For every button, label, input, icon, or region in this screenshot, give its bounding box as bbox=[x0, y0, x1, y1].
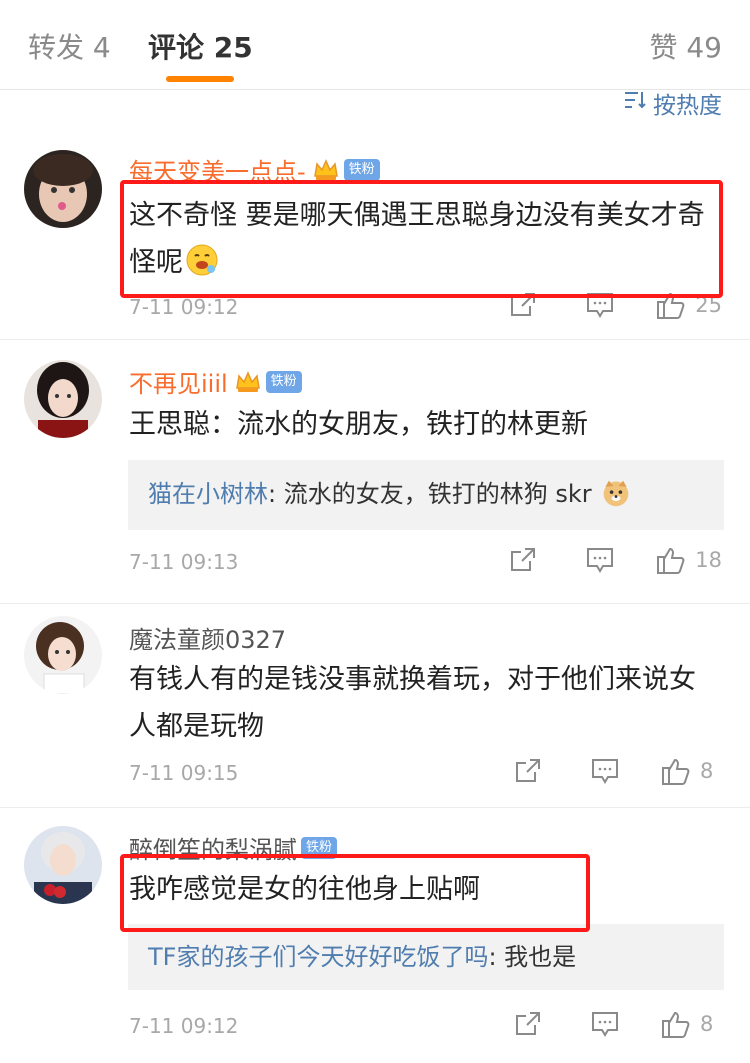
comment-actions: 8 bbox=[514, 1009, 722, 1039]
reply-button[interactable] bbox=[590, 757, 620, 785]
comment-time: 7-11 09:15 bbox=[129, 761, 239, 785]
share-icon bbox=[516, 1012, 540, 1035]
username-row: 每天变美一点点- 铁粉 bbox=[129, 152, 380, 187]
like-button[interactable]: 8 bbox=[660, 1009, 722, 1039]
like-count: 8 bbox=[700, 1012, 714, 1036]
fan-badge: 铁粉 bbox=[301, 836, 338, 859]
thumbs-up-icon bbox=[657, 292, 685, 319]
comment-text: 我咋感觉是女的往他身上贴啊 bbox=[129, 874, 480, 905]
fan-badge: 铁粉 bbox=[343, 158, 380, 181]
reply-button[interactable] bbox=[585, 291, 615, 319]
sort-icon bbox=[623, 90, 653, 116]
share-button[interactable] bbox=[514, 757, 542, 785]
share-button[interactable] bbox=[509, 291, 537, 319]
face-with-drool-emoji bbox=[185, 243, 219, 277]
comment-actions: 25 bbox=[509, 290, 722, 320]
vip-crown-icon bbox=[312, 156, 340, 184]
like-count: 8 bbox=[700, 759, 714, 783]
username[interactable]: 每天变美一点点- bbox=[129, 152, 306, 187]
comment-actions: 18 bbox=[509, 545, 722, 575]
reply-text: : 流水的女友，铁打的林狗 skr bbox=[268, 480, 592, 508]
active-tab-indicator bbox=[166, 76, 234, 82]
avatar[interactable] bbox=[24, 616, 102, 694]
like-count: 18 bbox=[695, 548, 722, 572]
reply-button[interactable] bbox=[590, 1010, 620, 1038]
comment-bubble-icon bbox=[592, 759, 618, 784]
doge-emoji bbox=[601, 478, 635, 512]
share-icon bbox=[516, 759, 540, 782]
share-icon bbox=[511, 548, 536, 571]
comment-text: 有钱人有的是钱没事就换着玩，对于他们来说女人都是玩物 bbox=[129, 664, 696, 742]
comment-time: 7-11 09:13 bbox=[129, 550, 239, 574]
comment-item: 不再见iiil 铁粉 王思聪：流水的女朋友，铁打的林更新 猫在小树林: 流水的女… bbox=[0, 340, 750, 604]
reply-username[interactable]: TF家的孩子们今天好好吃饭了吗 bbox=[148, 943, 488, 971]
comment-item: 每天变美一点点- 铁粉 这不奇怪 要是哪天偶遇王思聪身边没有美女才奇怪呢 7-1… bbox=[0, 128, 750, 340]
comment-bubble-icon bbox=[587, 293, 614, 318]
share-button[interactable] bbox=[509, 546, 537, 574]
comment-text: 这不奇怪 要是哪天偶遇王思聪身边没有美女才奇怪呢 bbox=[129, 192, 719, 286]
share-icon bbox=[511, 293, 536, 316]
tab-comments[interactable]: 评论 25 bbox=[148, 26, 253, 66]
comment-tabs: 转发 4 评论 25 赞 49 bbox=[0, 0, 750, 90]
comment-item: 魔法童颜0327 有钱人有的是钱没事就换着玩，对于他们来说女人都是玩物 7-11… bbox=[0, 604, 750, 808]
fan-badge: 铁粉 bbox=[265, 370, 302, 393]
username-row: 魔法童颜0327 bbox=[129, 620, 286, 655]
reply-button[interactable] bbox=[585, 546, 615, 574]
avatar[interactable] bbox=[24, 150, 102, 228]
username-row: 醉倒笙的梨涡腻 铁粉 bbox=[129, 830, 338, 865]
comment-text: 王思聪：流水的女朋友，铁打的林更新 bbox=[129, 409, 588, 440]
username[interactable]: 不再见iiil bbox=[129, 364, 228, 399]
tab-likes[interactable]: 赞 49 bbox=[649, 26, 722, 66]
reply-username[interactable]: 猫在小树林 bbox=[148, 480, 268, 508]
sort-label: 按热度 bbox=[653, 93, 722, 119]
reply-preview[interactable]: TF家的孩子们今天好好吃饭了吗: 我也是 bbox=[128, 924, 724, 990]
share-button[interactable] bbox=[514, 1010, 542, 1038]
thumbs-up-icon bbox=[662, 1011, 690, 1038]
like-count: 25 bbox=[695, 293, 722, 317]
reply-preview[interactable]: 猫在小树林: 流水的女友，铁打的林狗 skr bbox=[128, 460, 724, 530]
thumbs-up-icon bbox=[662, 758, 690, 785]
avatar[interactable] bbox=[24, 826, 102, 904]
comment-item: 醉倒笙的梨涡腻 铁粉 我咋感觉是女的往他身上贴啊 TF家的孩子们今天好好吃饭了吗… bbox=[0, 808, 750, 1063]
avatar[interactable] bbox=[24, 360, 102, 438]
username-row: 不再见iiil 铁粉 bbox=[129, 364, 302, 399]
username[interactable]: 魔法童颜0327 bbox=[129, 620, 286, 655]
like-button[interactable]: 8 bbox=[660, 756, 722, 786]
thumbs-up-icon bbox=[657, 547, 685, 574]
comment-time: 7-11 09:12 bbox=[129, 295, 239, 319]
username[interactable]: 醉倒笙的梨涡腻 bbox=[129, 830, 297, 865]
comment-bubble-icon bbox=[587, 548, 614, 573]
tab-repost[interactable]: 转发 4 bbox=[28, 26, 111, 66]
vip-crown-icon bbox=[234, 368, 262, 396]
comment-bubble-icon bbox=[592, 1012, 618, 1037]
comment-time: 7-11 09:12 bbox=[129, 1014, 239, 1038]
like-button[interactable]: 25 bbox=[655, 290, 722, 320]
sort-by-hot-button[interactable]: 按热度 bbox=[623, 86, 722, 120]
comment-actions: 8 bbox=[514, 756, 722, 786]
reply-text: : 我也是 bbox=[488, 943, 577, 971]
like-button[interactable]: 18 bbox=[655, 545, 722, 575]
